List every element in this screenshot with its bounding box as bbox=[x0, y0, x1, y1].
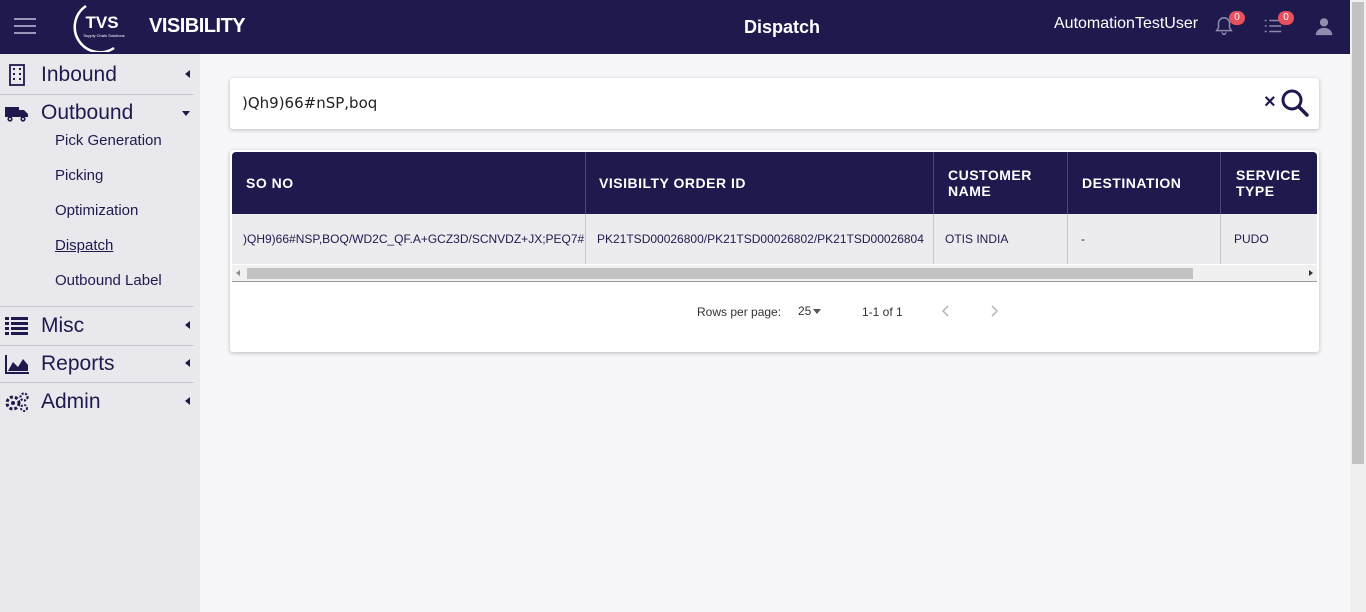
caret-left-icon bbox=[185, 321, 190, 329]
nav-inbound[interactable]: Inbound bbox=[0, 57, 194, 93]
building-icon bbox=[9, 64, 25, 86]
user-icon bbox=[1315, 18, 1333, 36]
results-table: SO NO VISIBILTY ORDER ID CUSTOMER NAME D… bbox=[230, 150, 1319, 352]
column-header-service-type[interactable]: SERVICE TYPE bbox=[1221, 152, 1317, 214]
cell-destination: - bbox=[1068, 214, 1221, 264]
column-header-so-no[interactable]: SO NO bbox=[232, 152, 586, 214]
column-header-destination[interactable]: DESTINATION bbox=[1068, 152, 1221, 214]
nav-misc-label: Misc bbox=[41, 314, 85, 337]
gears-icon bbox=[5, 392, 29, 412]
horizontal-scrollbar[interactable] bbox=[232, 265, 1317, 282]
search-icon[interactable] bbox=[1280, 88, 1310, 118]
divider bbox=[0, 382, 194, 383]
sidebar-item-pick-generation[interactable]: Pick Generation bbox=[55, 132, 162, 149]
divider bbox=[0, 306, 194, 307]
notification-badge: 0 bbox=[1229, 11, 1245, 25]
user-avatar[interactable] bbox=[1313, 15, 1337, 39]
sidebar-item-outbound-label[interactable]: Outbound Label bbox=[55, 272, 162, 289]
sidebar-item-dispatch[interactable]: Dispatch bbox=[55, 237, 113, 254]
sidebar: Inbound Outbound Pick Generation Picking… bbox=[0, 54, 200, 612]
caret-left-icon bbox=[185, 359, 190, 367]
notification-bell[interactable]: 0 bbox=[1213, 11, 1245, 39]
cell-so-no: )QH9)66#NSP,BOQ/WD2C_QF.A+GCZ3D/SCNVDZ+J… bbox=[232, 214, 586, 264]
nav-inbound-label: Inbound bbox=[41, 63, 117, 86]
next-page-icon[interactable] bbox=[986, 303, 1002, 319]
column-header-visibility-order-id[interactable]: VISIBILTY ORDER ID bbox=[586, 152, 934, 214]
top-bar: TVS Supply Chain Solutions VISIBILITY Di… bbox=[0, 0, 1350, 54]
dropdown-arrow-icon bbox=[813, 309, 822, 315]
sidebar-item-optimization[interactable]: Optimization bbox=[55, 202, 138, 219]
search-input[interactable] bbox=[242, 90, 1252, 116]
rows-per-page-label: Rows per page: bbox=[697, 305, 782, 319]
rows-per-page-select[interactable]: 25 bbox=[798, 304, 822, 318]
nav-admin-label: Admin bbox=[41, 390, 101, 413]
nav-reports-label: Reports bbox=[41, 352, 115, 375]
nav-outbound[interactable]: Outbound bbox=[0, 95, 194, 131]
scroll-left-icon[interactable] bbox=[236, 270, 240, 276]
page-title: Dispatch bbox=[743, 17, 821, 37]
nav-misc[interactable]: Misc bbox=[0, 308, 194, 344]
cell-customer-name: OTIS INDIA bbox=[934, 214, 1068, 264]
rows-per-page-value: 25 bbox=[798, 304, 812, 318]
previous-page-icon[interactable] bbox=[938, 303, 954, 319]
caret-left-icon bbox=[185, 70, 190, 78]
truck-icon bbox=[5, 107, 28, 122]
page-scrollbar[interactable] bbox=[1350, 0, 1366, 612]
tasks-badge: 0 bbox=[1278, 11, 1294, 25]
table-row[interactable]: )QH9)66#NSP,BOQ/WD2C_QF.A+GCZ3D/SCNVDZ+J… bbox=[232, 214, 1317, 264]
column-header-customer-name[interactable]: CUSTOMER NAME bbox=[934, 152, 1068, 214]
page-scrollbar-thumb[interactable] bbox=[1352, 2, 1364, 464]
caret-left-icon bbox=[185, 397, 190, 405]
scroll-right-icon[interactable] bbox=[1309, 270, 1313, 276]
table-header: SO NO VISIBILTY ORDER ID CUSTOMER NAME D… bbox=[232, 152, 1317, 214]
username[interactable]: AutomationTestUser bbox=[1054, 15, 1198, 33]
list-icon bbox=[5, 317, 28, 335]
nav-outbound-label: Outbound bbox=[41, 101, 134, 124]
scrollbar-thumb[interactable] bbox=[247, 268, 1193, 279]
nav-admin[interactable]: Admin bbox=[0, 384, 194, 420]
sidebar-item-picking[interactable]: Picking bbox=[55, 167, 103, 184]
nav-reports[interactable]: Reports bbox=[0, 346, 194, 382]
cell-service-type: PUDO bbox=[1234, 232, 1269, 246]
cell-visibility-order-id: PK21TSD00026800/PK21TSD00026802/PK21TSD0… bbox=[586, 214, 934, 264]
area-chart-icon bbox=[5, 355, 29, 374]
pagination-range: 1-1 of 1 bbox=[862, 305, 903, 319]
caret-down-icon bbox=[182, 111, 190, 116]
tasks-button[interactable]: 0 bbox=[1262, 11, 1294, 39]
clear-icon[interactable]: × bbox=[1264, 92, 1276, 112]
search-bar: × bbox=[230, 78, 1319, 129]
